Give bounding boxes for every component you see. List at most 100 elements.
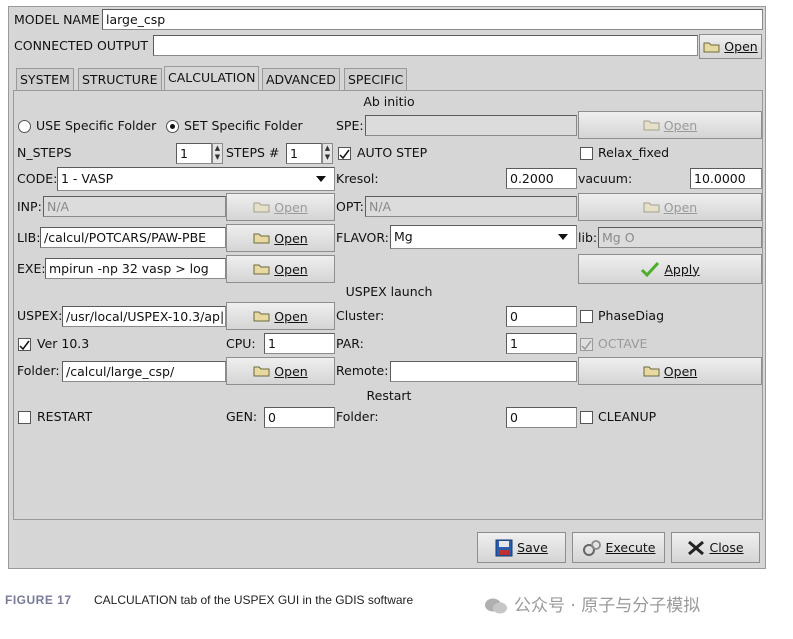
relax-fixed-label: Relax_fixed	[598, 145, 670, 160]
lib2-label: lib:	[578, 230, 598, 245]
cluster-label: Cluster:	[336, 308, 385, 323]
inp-field[interactable]: N/A	[43, 196, 226, 217]
connected-output-open-button[interactable]: Open	[699, 34, 762, 59]
use-specific-folder-label: USE Specific Folder	[36, 118, 157, 133]
uspex-launch-title: USPEX launch	[345, 284, 433, 299]
spe-field[interactable]	[365, 115, 577, 136]
use-specific-folder-radio[interactable]	[18, 120, 31, 133]
connected-output-label: CONNECTED OUTPUT	[14, 38, 148, 53]
close-button[interactable]: Close	[671, 532, 760, 563]
ab-initio-title: Ab initio	[363, 94, 415, 109]
gear-icon	[582, 539, 601, 556]
uspex-field[interactable]: /usr/local/USPEX-10.3/ap|	[62, 306, 226, 327]
connected-output-field[interactable]	[153, 35, 698, 56]
check-icon	[19, 340, 30, 351]
execute-label: Execute	[605, 540, 656, 555]
open-label: Open	[274, 261, 308, 277]
n-steps-spinner[interactable]: ▲ ▼	[212, 143, 223, 164]
check-icon	[641, 261, 660, 277]
spe-label: SPE:	[336, 118, 364, 133]
open-label: Open	[274, 230, 308, 246]
check-icon	[581, 340, 592, 351]
n-steps-label: N_STEPS	[17, 145, 72, 160]
open-label: Open	[663, 363, 698, 379]
open-label: Open	[663, 117, 698, 133]
phasediag-checkbox[interactable]	[580, 310, 593, 323]
folder-icon	[703, 41, 720, 53]
uspex-open-button[interactable]: Open	[226, 302, 335, 330]
octave-checkbox[interactable]	[580, 338, 593, 351]
auto-step-label: AUTO STEP	[357, 145, 428, 160]
cleanup-checkbox[interactable]	[580, 411, 593, 424]
close-label: Close	[709, 540, 744, 555]
chevron-down-icon[interactable]	[558, 234, 568, 240]
steps-field[interactable]: 1	[286, 143, 322, 164]
open-label: Open	[274, 308, 308, 324]
ver-checkbox[interactable]	[18, 338, 31, 351]
remote-open-button[interactable]: Open	[578, 357, 762, 385]
cpu-label: CPU:	[226, 336, 256, 351]
kresol-label: Kresol:	[336, 171, 379, 186]
relax-fixed-checkbox[interactable]	[580, 147, 593, 160]
tab-structure[interactable]: STRUCTURE	[78, 68, 162, 90]
lib-field[interactable]: /calcul/POTCARS/PAW-PBE	[40, 227, 226, 248]
folder-icon	[253, 232, 270, 244]
restart-folder-label: Folder:	[336, 409, 379, 424]
code-select[interactable]: 1 - VASP	[57, 167, 335, 191]
folder-icon	[643, 365, 660, 377]
auto-step-checkbox[interactable]	[338, 147, 351, 160]
exe-open-button[interactable]: Open	[226, 255, 335, 283]
par-field[interactable]: 1	[506, 333, 577, 354]
opt-field[interactable]: N/A	[365, 196, 577, 217]
opt-open-button[interactable]: Open	[578, 193, 762, 221]
spe-open-button[interactable]: Open	[578, 111, 762, 139]
wechat-icon	[484, 597, 508, 615]
lib2-field[interactable]: Mg O	[598, 227, 762, 248]
restart-title: Restart	[366, 388, 412, 403]
remote-field[interactable]	[390, 361, 577, 382]
model-name-label: MODEL NAME	[14, 12, 100, 27]
kresol-field[interactable]: 0.2000	[506, 168, 577, 189]
figure-caption: CALCULATION tab of the USPEX GUI in the …	[94, 593, 414, 607]
apply-label: Apply	[664, 261, 700, 277]
tab-calculation[interactable]: CALCULATION	[164, 66, 260, 91]
folder-icon	[253, 263, 270, 275]
remote-label: Remote:	[336, 363, 389, 378]
flavor-select[interactable]: Mg	[390, 225, 577, 249]
figure-number: FIGURE 17	[5, 593, 72, 607]
open-label: Open	[663, 199, 698, 215]
restart-checkbox[interactable]	[18, 411, 31, 424]
tab-advanced[interactable]: ADVANCED	[262, 68, 340, 90]
save-button[interactable]: Save	[477, 532, 566, 563]
phasediag-label: PhaseDiag	[598, 308, 665, 323]
folder-icon	[253, 201, 270, 213]
inp-open-button[interactable]: Open	[226, 193, 335, 221]
model-name-field[interactable]: large_csp	[102, 9, 763, 30]
tab-system[interactable]: SYSTEM	[16, 68, 74, 90]
folder-open-button[interactable]: Open	[226, 357, 335, 385]
n-steps-field[interactable]: 1	[176, 143, 212, 164]
chevron-down-icon[interactable]	[316, 176, 326, 182]
folder-icon	[253, 310, 270, 322]
lib-open-button[interactable]: Open	[226, 224, 335, 252]
steps-spinner[interactable]: ▲ ▼	[322, 143, 333, 164]
cluster-field[interactable]: 0	[506, 306, 577, 327]
exe-field[interactable]: mpirun -np 32 vasp > log	[45, 258, 226, 279]
folder-field[interactable]: /calcul/large_csp/	[62, 361, 226, 382]
vacuum-field[interactable]: 10.0000	[690, 168, 762, 189]
restart-label: RESTART	[37, 409, 93, 424]
restart-folder-field[interactable]: 0	[506, 407, 577, 428]
set-specific-folder-radio[interactable]	[166, 120, 179, 133]
cleanup-label: CLEANUP	[598, 409, 657, 424]
exe-label: EXE:	[17, 261, 46, 276]
flavor-label: FLAVOR:	[336, 230, 389, 245]
cpu-field[interactable]: 1	[264, 333, 335, 354]
tab-specific[interactable]: SPECIFIC	[344, 68, 408, 90]
apply-button[interactable]: Apply	[578, 254, 762, 284]
execute-button[interactable]: Execute	[572, 532, 665, 563]
gen-field[interactable]: 0	[264, 407, 335, 428]
folder-label: Folder:	[17, 363, 60, 378]
close-icon	[688, 540, 705, 555]
lib-label: LIB:	[17, 230, 41, 245]
folder-icon	[643, 119, 660, 131]
